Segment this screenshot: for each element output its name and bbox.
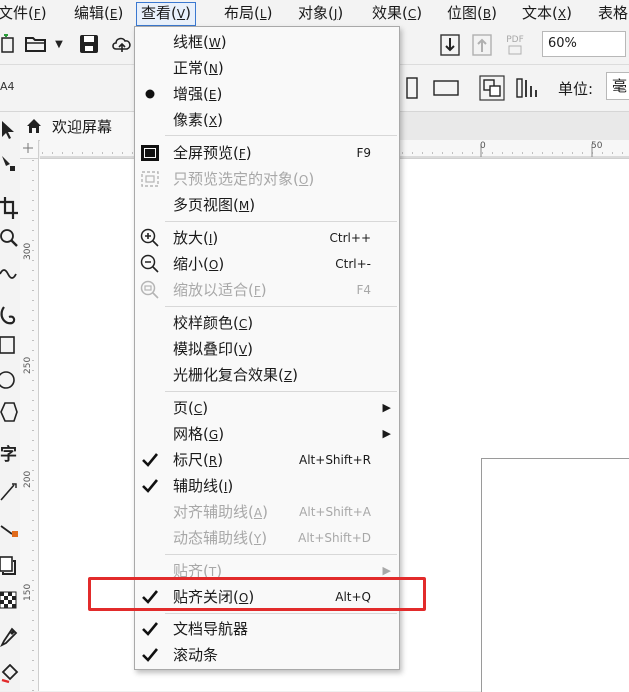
ruler-left-label-150: 150 — [23, 583, 33, 601]
view-menu-item-pixels[interactable]: 像素(X) — [135, 107, 399, 133]
import-icon[interactable] — [438, 32, 462, 58]
view-menu-item-guidelines[interactable]: 辅助线(I) — [135, 473, 399, 499]
view-menu-item-page[interactable]: 页(C) ▶ — [135, 395, 399, 421]
view-menu-item-document-navigator[interactable]: 文档导航器 — [135, 616, 399, 642]
view-menu-item-proof-colors[interactable]: 校样颜色(C) — [135, 310, 399, 336]
publish-pdf-icon: PDF — [502, 32, 528, 58]
connector-tool-icon[interactable] — [0, 516, 20, 544]
menu-view[interactable]: 查看(V) — [136, 2, 196, 26]
menu-separator — [165, 613, 397, 614]
page-size-label: A4 — [0, 80, 15, 93]
zoom-level-input[interactable]: 60% — [542, 31, 626, 57]
save-icon[interactable] — [78, 32, 100, 56]
menu-separator — [165, 554, 397, 555]
menu-separator — [165, 135, 397, 136]
ruler-left-label-200: 200 — [23, 470, 33, 488]
home-icon — [26, 118, 42, 134]
pdf-label: PDF — [506, 35, 524, 45]
drop-shadow-tool-icon[interactable] — [0, 552, 20, 580]
unit-select[interactable]: 毫 — [606, 72, 629, 100]
vertical-ruler[interactable]: 300 250 200 150 — [20, 140, 39, 691]
view-menu-item-rasterize-complex-effects[interactable]: 光栅化复合效果(Z) — [135, 362, 399, 388]
polygon-tool-icon[interactable] — [0, 398, 20, 426]
zoom-tool-icon[interactable] — [0, 224, 20, 252]
view-menu-item-grid[interactable]: 网格(G) ▶ — [135, 421, 399, 447]
zoom-in-icon — [138, 228, 162, 248]
menu-text[interactable]: 文本(X) — [518, 2, 576, 24]
menu-separator — [165, 221, 397, 222]
view-menu-item-dynamic-guides: 动态辅助线(Y) Alt+Shift+D — [173, 529, 371, 547]
ruler-top-label-50: 50 — [591, 141, 603, 151]
submenu-arrow-icon: ▶ — [382, 401, 391, 414]
zoom-out-icon — [138, 254, 162, 274]
new-document-icon[interactable] — [0, 32, 16, 56]
menubar: 文件(F) 编辑(E) 查看(V) 布局(L) 对象(J) 效果(C) 位图(B… — [0, 0, 629, 26]
freehand-tool-icon[interactable] — [0, 258, 20, 286]
unit-label: 单位: — [558, 80, 594, 98]
menu-layout[interactable]: 布局(L) — [220, 2, 276, 24]
toolbox: 字 — [0, 112, 21, 691]
menu-separator — [165, 391, 397, 392]
menu-separator — [165, 306, 397, 307]
portrait-orientation-icon[interactable] — [404, 75, 420, 101]
transparency-tool-icon[interactable] — [0, 586, 20, 614]
view-menu-item-zoom-in[interactable]: 放大(I) Ctrl++ — [135, 225, 399, 251]
menu-bitmap[interactable]: 位图(B) — [443, 2, 501, 24]
artistic-media-tool-icon[interactable] — [0, 302, 20, 330]
tab-welcome-label: 欢迎屏幕 — [52, 117, 113, 136]
open-folder-icon[interactable] — [24, 32, 48, 56]
fullscreen-icon — [138, 143, 162, 163]
open-dropdown-chevron-icon[interactable]: ▼ — [52, 32, 66, 56]
ruler-top-label-0: 0 — [480, 141, 486, 151]
highlight-box — [88, 577, 426, 611]
view-menu-item-simulate-overprints[interactable]: 模拟叠印(V) — [135, 336, 399, 362]
ellipse-tool-icon[interactable] — [0, 366, 20, 394]
checkmark-icon — [138, 450, 162, 470]
crop-tool-icon[interactable] — [0, 194, 20, 222]
checkmark-icon — [138, 476, 162, 496]
submenu-arrow-icon: ▶ — [382, 427, 391, 440]
ruler-origin[interactable] — [20, 140, 39, 159]
menu-table[interactable]: 表格 — [594, 2, 629, 24]
cloud-upload-icon[interactable] — [110, 32, 134, 56]
view-menu-item-multipage-view[interactable]: 多页视图(M) — [135, 192, 399, 218]
view-menu-item-scrollbars[interactable]: 滚动条 — [135, 642, 399, 668]
ruler-left-label-300: 300 — [23, 242, 33, 260]
all-pages-icon[interactable] — [478, 73, 506, 103]
ruler-left-label-250: 250 — [23, 356, 33, 374]
view-menu-item-zoom-out[interactable]: 缩小(O) Ctrl+- — [135, 251, 399, 277]
checkmark-icon — [138, 619, 162, 639]
view-menu-item-enhanced[interactable]: 增强(E) — [135, 81, 399, 107]
menu-edit[interactable]: 编辑(E) — [70, 2, 127, 24]
rectangle-tool-icon[interactable] — [0, 332, 20, 360]
view-menu-item-full-screen-preview[interactable]: 全屏预览(F) F9 — [135, 140, 399, 166]
shape-tool-icon[interactable] — [0, 150, 20, 178]
current-page-icon[interactable] — [514, 73, 542, 103]
export-icon — [470, 32, 494, 58]
landscape-orientation-icon[interactable] — [432, 75, 460, 101]
radio-bullet-icon — [138, 84, 162, 104]
view-menu-item-normal[interactable]: 正常(N) — [135, 55, 399, 81]
page-border — [481, 458, 629, 692]
menu-file[interactable]: 文件(F) — [0, 2, 51, 24]
view-menu-item-rulers[interactable]: 标尺(R) Alt+Shift+R — [135, 447, 399, 473]
eyedropper-tool-icon[interactable] — [0, 624, 20, 652]
view-menu-item-preview-selected-only: 只预览选定的对象(O) — [135, 166, 399, 192]
view-menu-item-alignment-guides: 对齐辅助线(A) Alt+Shift+A — [173, 503, 371, 521]
text-tool-icon[interactable]: 字 — [0, 438, 20, 466]
checkmark-icon — [138, 645, 162, 665]
view-menu-dropdown: 线框(W) 正常(N) 增强(E) 像素(X) 全屏预览(F) F9 只预览选定… — [134, 26, 400, 670]
interactive-fill-tool-icon[interactable] — [0, 660, 20, 688]
menu-object[interactable]: 对象(J) — [294, 2, 347, 24]
view-menu-item-wireframe[interactable]: 线框(W) — [135, 29, 399, 55]
selected-preview-icon — [138, 169, 162, 189]
parallel-dimension-tool-icon[interactable] — [0, 478, 20, 506]
menu-effects[interactable]: 效果(C) — [368, 2, 426, 24]
pick-tool-icon[interactable] — [0, 116, 20, 144]
view-menu-item-zoom-to-fit: 缩放以适合(F) F4 — [135, 277, 399, 303]
zoom-fit-icon — [138, 280, 162, 300]
